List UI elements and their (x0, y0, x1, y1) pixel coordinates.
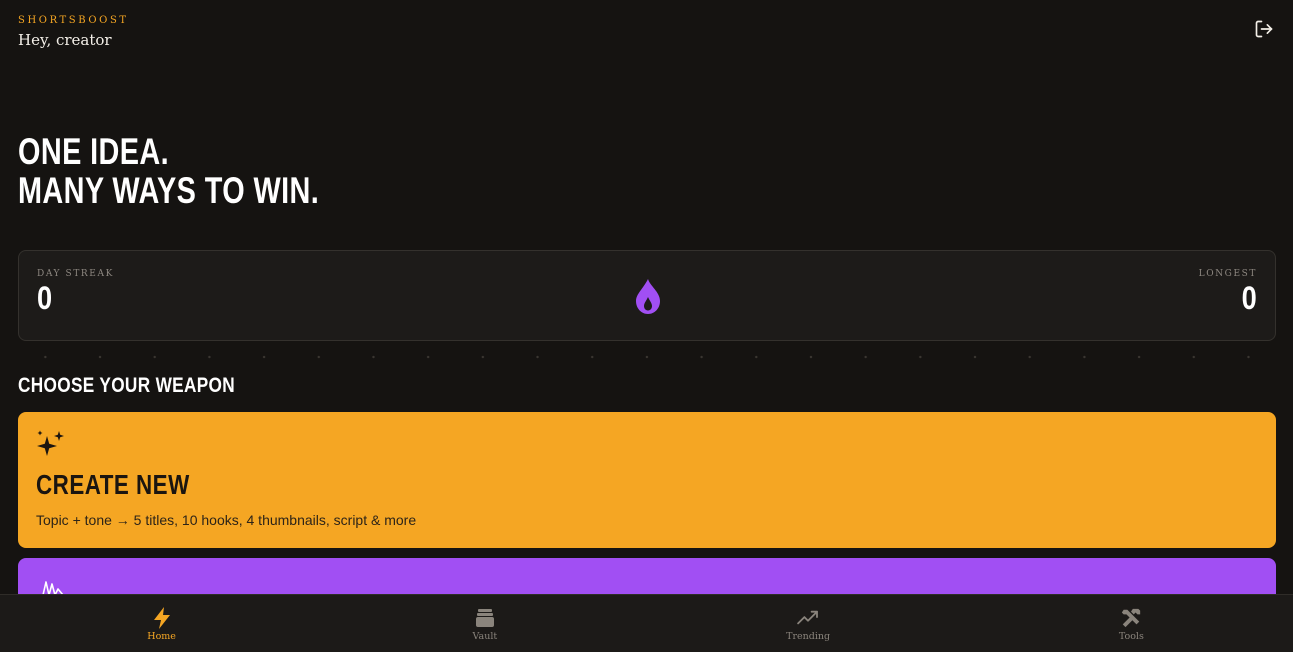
nav-home-label: Home (147, 631, 176, 642)
longest-streak-label: LONGEST (1198, 269, 1257, 279)
longest-streak-value: 0 (1241, 280, 1257, 316)
nav-tools-label: Tools (1118, 631, 1144, 642)
create-new-card[interactable]: CREATE NEW Topic + tone → 5 titles, 10 h… (18, 412, 1276, 548)
archive-icon (475, 609, 494, 627)
day-streak-label: DAY STREAK (37, 269, 114, 279)
create-new-description: Topic + tone → 5 titles, 10 hooks, 4 thu… (36, 512, 417, 528)
create-new-title: CREATE NEW (36, 469, 190, 500)
top-bar: SHORTSBOOST Hey, creator (18, 14, 1275, 54)
greeting: Hey, creator (18, 31, 112, 49)
flame-icon (636, 279, 660, 314)
hero-headline: ONE IDEA. MANY WAYS TO WIN. (18, 132, 319, 210)
nav-vault-label: Vault (472, 631, 498, 642)
section-title: CHOOSE YOUR WEAPON (18, 374, 236, 397)
brand-name: SHORTSBOOST (18, 15, 129, 26)
hero-line-1: ONE IDEA. (18, 131, 170, 172)
dotted-divider (18, 355, 1276, 359)
bolt-icon (153, 607, 170, 629)
nav-trending[interactable]: Trending (647, 595, 970, 652)
tools-icon (1122, 608, 1141, 628)
sparkles-icon (37, 430, 64, 456)
nav-home[interactable]: Home (0, 595, 323, 652)
hero-line-2: MANY WAYS TO WIN. (18, 170, 320, 211)
trending-up-icon (797, 610, 819, 625)
nav-trending-label: Trending (786, 631, 831, 642)
nav-tools[interactable]: Tools (970, 595, 1293, 652)
logout-button[interactable] (1253, 18, 1275, 40)
day-streak-value: 0 (37, 280, 53, 316)
streak-card: DAY STREAK 0 LONGEST 0 (18, 250, 1276, 341)
nav-vault[interactable]: Vault (323, 595, 646, 652)
bottom-nav: Home Vault Trending Tools (0, 594, 1293, 652)
logout-icon (1255, 20, 1273, 38)
